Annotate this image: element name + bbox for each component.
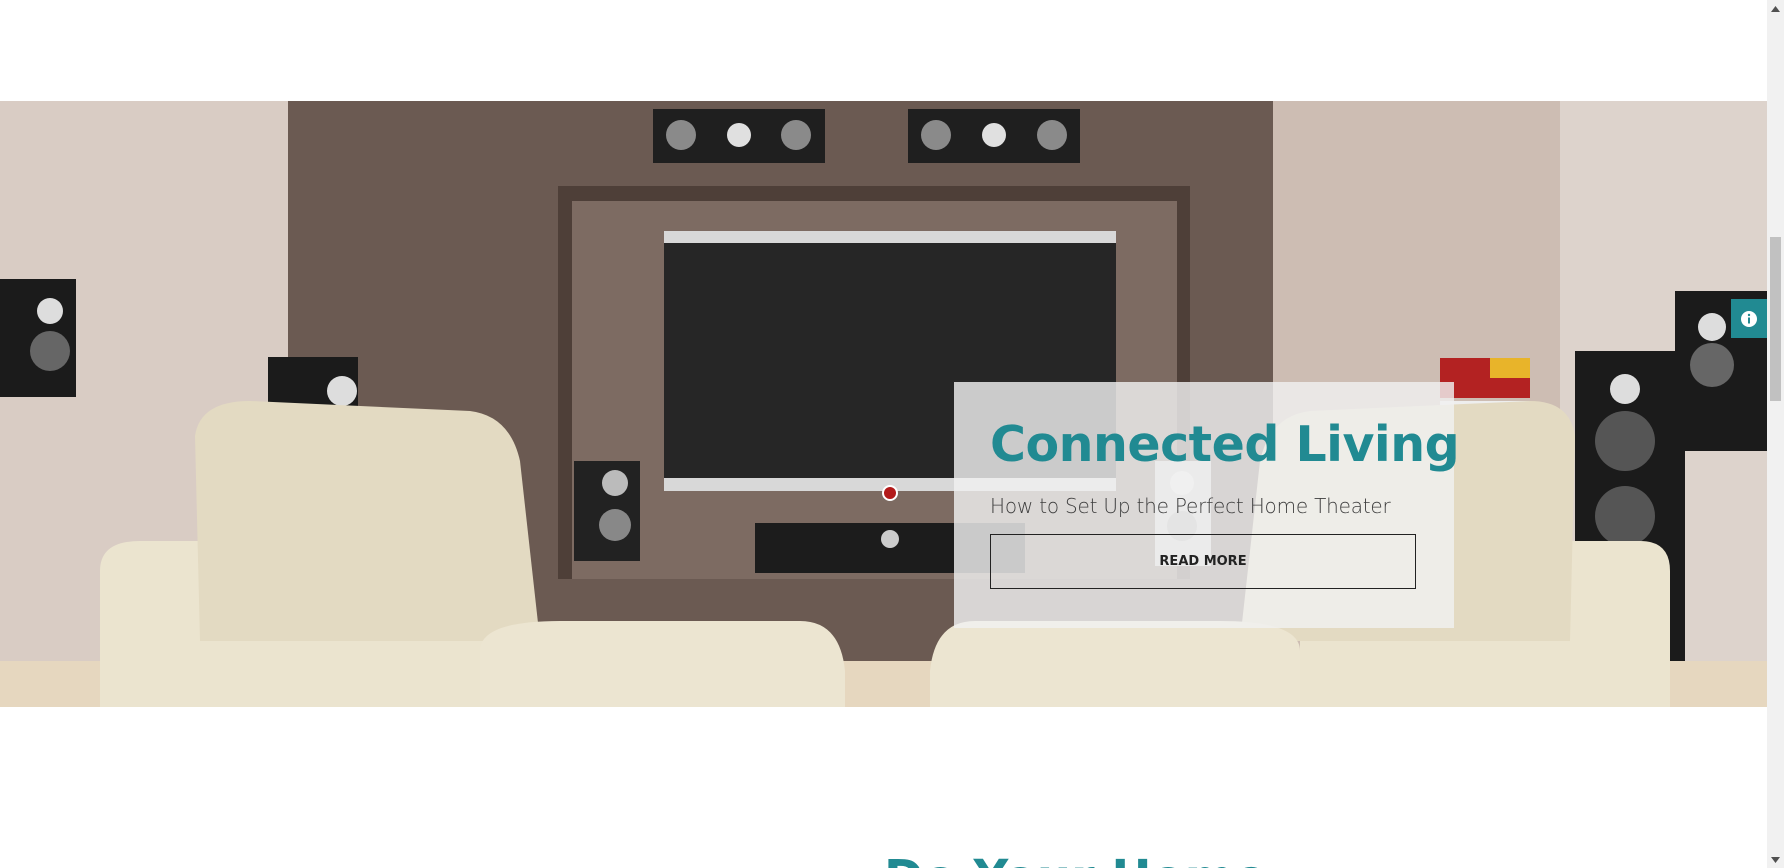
info-tab[interactable] bbox=[1731, 299, 1767, 338]
hero-banner: Connected Living How to Set Up the Perfe… bbox=[0, 101, 1767, 707]
home-theater-room-icon bbox=[0, 101, 1767, 707]
scroll-up-icon[interactable] bbox=[1767, 0, 1784, 17]
scrollbar[interactable] bbox=[1767, 0, 1784, 868]
section-heading: Do Your Home bbox=[884, 850, 1267, 868]
scroll-down-icon[interactable] bbox=[1767, 851, 1784, 868]
scroll-thumb[interactable] bbox=[1770, 237, 1781, 401]
card-title: Connected Living bbox=[990, 416, 1460, 473]
page: Connected Living How to Set Up the Perfe… bbox=[0, 0, 1767, 868]
info-icon bbox=[1741, 310, 1757, 327]
read-more-button[interactable]: READ MORE bbox=[990, 534, 1416, 589]
card-subtitle: How to Set Up the Perfect Home Theater bbox=[990, 494, 1391, 518]
featured-card: Connected Living How to Set Up the Perfe… bbox=[954, 382, 1460, 628]
